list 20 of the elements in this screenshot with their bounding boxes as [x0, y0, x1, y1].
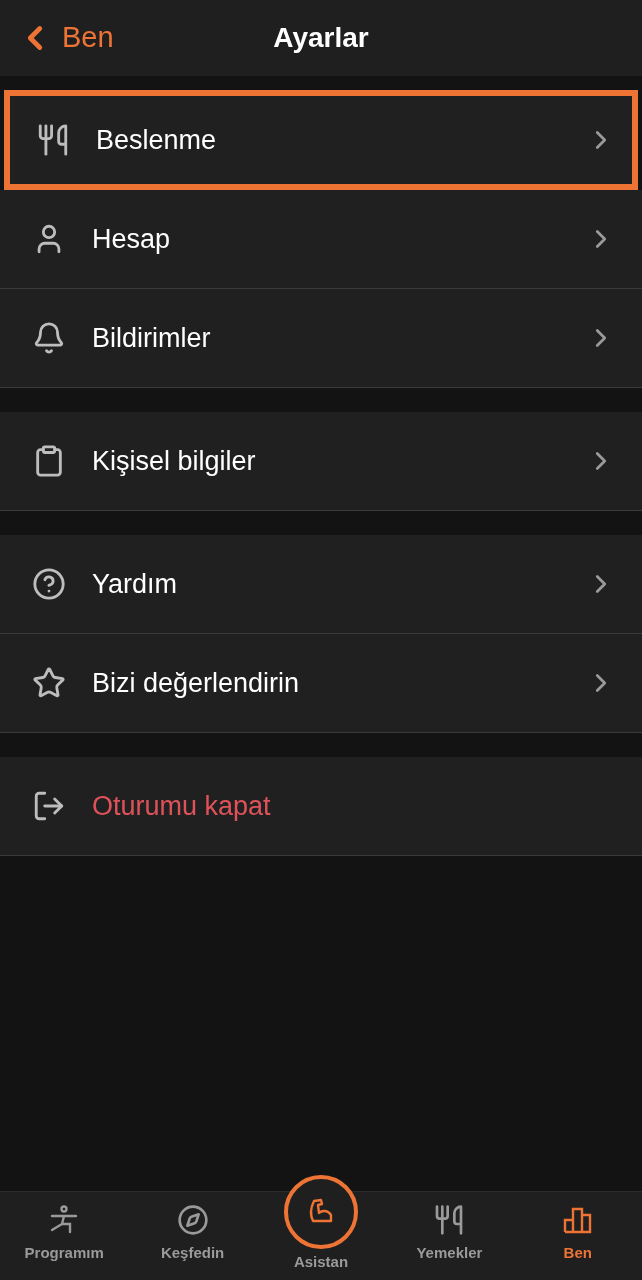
tab-item[interactable]: Yemekler	[385, 1192, 514, 1280]
settings-row[interactable]: Oturumu kapat	[0, 757, 642, 856]
settings-row[interactable]: Hesap	[0, 190, 642, 289]
settings-row[interactable]: Bildirimler	[0, 289, 642, 388]
page-title: Ayarlar	[273, 21, 369, 55]
fork-knife-icon	[36, 123, 70, 157]
bell-icon	[32, 321, 66, 355]
settings-row[interactable]: Yardım	[0, 535, 642, 634]
settings-row[interactable]: Bizi değerlendirin	[0, 634, 642, 733]
tab-item[interactable]: Programım	[0, 1192, 129, 1280]
star-icon	[32, 666, 66, 700]
help-icon	[32, 567, 66, 601]
logout-icon	[32, 789, 66, 823]
tab-item[interactable]: Ben	[513, 1192, 642, 1280]
back-button[interactable]: Ben	[0, 16, 114, 60]
compass-icon	[176, 1204, 209, 1237]
settings-row[interactable]: Kişisel bilgiler	[0, 412, 642, 511]
tab-item[interactable]: Asistan	[256, 1162, 386, 1280]
settings-row[interactable]: Beslenme	[4, 90, 638, 190]
tab-item[interactable]: Keşfedin	[128, 1192, 257, 1280]
